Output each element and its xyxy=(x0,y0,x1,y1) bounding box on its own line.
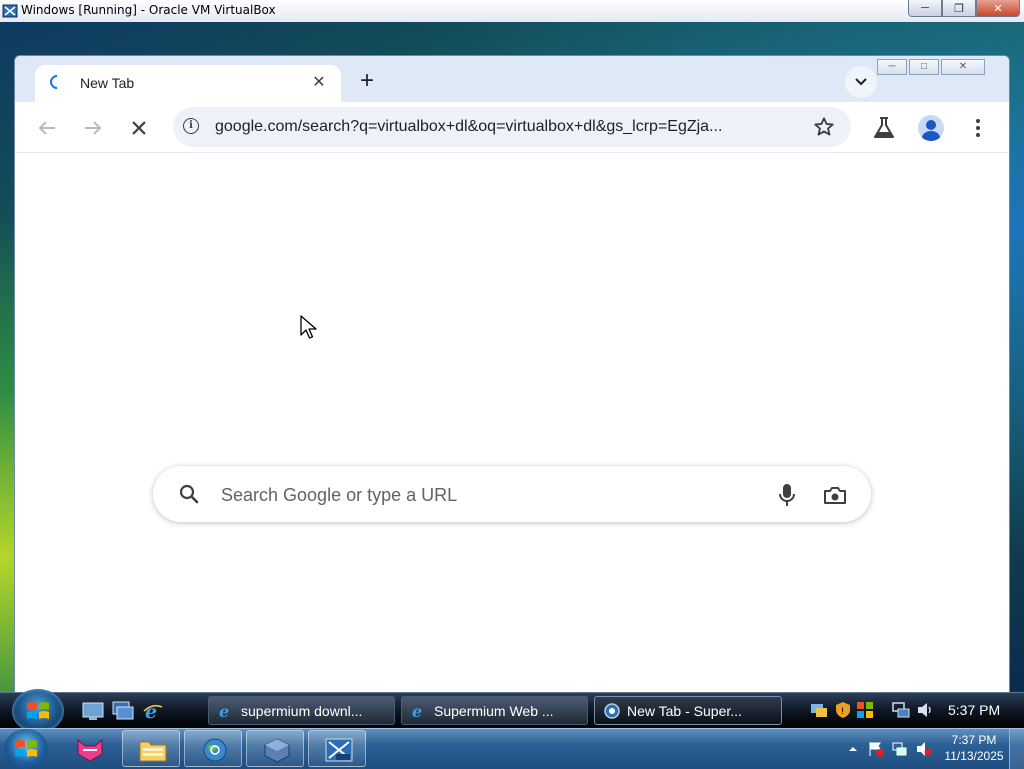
mouse-cursor-icon xyxy=(300,315,317,339)
url-text[interactable]: google.com/search?q=virtualbox+dl&oq=vir… xyxy=(215,118,800,136)
back-button[interactable] xyxy=(31,112,63,144)
new-tab-button[interactable]: + xyxy=(353,68,381,96)
chevron-down-icon xyxy=(855,78,867,86)
search-icon xyxy=(179,484,199,504)
ntp-search-box[interactable] xyxy=(153,466,871,522)
cat-app-icon xyxy=(77,738,103,762)
internet-explorer-icon[interactable]: e xyxy=(142,701,164,721)
host-taskbar: 7:37 PM 11/13/2025 xyxy=(0,728,1024,769)
security-shield-icon[interactable]: ! xyxy=(834,701,852,719)
pinned-app-vista-vm[interactable] xyxy=(308,730,366,767)
windows-flag-tray-icon[interactable] xyxy=(856,701,874,719)
close-button[interactable]: ✕ xyxy=(976,0,1020,17)
host-clock[interactable]: 7:37 PM 11/13/2025 xyxy=(938,733,1010,764)
guest-clock[interactable]: 5:37 PM xyxy=(948,702,1000,718)
show-desktop-button[interactable] xyxy=(1009,729,1024,769)
tab-close-button[interactable]: ✕ xyxy=(309,73,329,93)
task-label: Supermium Web ... xyxy=(434,703,554,719)
close-icon: ✕ xyxy=(958,61,968,72)
site-info-icon[interactable]: i xyxy=(183,118,199,134)
host-time: 7:37 PM xyxy=(951,733,997,747)
minimize-icon: ─ xyxy=(921,2,929,14)
browser-toolbar: i google.com/search?q=virtualbox+dl&oq=v… xyxy=(15,102,1009,153)
browser-minimize-button[interactable]: ─ xyxy=(877,59,907,75)
minimize-icon: ─ xyxy=(888,61,896,72)
taskbar-item-supermium-web[interactable]: e Supermium Web ... xyxy=(401,696,588,725)
svg-text:e: e xyxy=(412,702,422,720)
pinned-app-explorer[interactable] xyxy=(122,730,180,767)
virtualbox-app-icon xyxy=(2,4,18,18)
maximize-icon: □ xyxy=(920,61,928,72)
kebab-menu-icon[interactable] xyxy=(968,112,988,147)
new-tab-page xyxy=(15,153,1009,702)
supermium-icon xyxy=(604,703,620,719)
network-tray-icon[interactable] xyxy=(810,701,828,719)
pinned-app-virtualbox[interactable] xyxy=(246,730,304,767)
forward-button[interactable] xyxy=(77,112,109,144)
microphone-icon[interactable] xyxy=(777,483,797,507)
win7-start-button[interactable] xyxy=(4,729,48,769)
taskbar-item-supermium-download[interactable]: e supermium downl... xyxy=(208,696,395,725)
virtualbox-icon xyxy=(264,738,290,763)
task-label: New Tab - Super... xyxy=(627,703,742,719)
stop-loading-button[interactable] xyxy=(123,112,155,144)
globe-browser-icon xyxy=(203,738,227,762)
labs-flask-icon[interactable] xyxy=(873,116,895,140)
windows-logo-icon xyxy=(27,702,49,719)
svg-text:!: ! xyxy=(841,706,844,716)
network-tray-icon[interactable] xyxy=(892,741,908,757)
folder-icon xyxy=(139,741,167,762)
arrow-right-icon xyxy=(85,121,102,135)
virtualbox-title-bar: Windows [Running] - Oracle VM VirtualBox… xyxy=(0,0,1024,23)
window-title: Windows [Running] - Oracle VM VirtualBox xyxy=(21,3,276,17)
browser-maximize-button[interactable]: □ xyxy=(909,59,939,75)
restore-icon: ❐ xyxy=(954,2,964,15)
guest-taskbar: e e supermium downl... e Supermium Web .… xyxy=(0,689,1024,733)
volume-muted-icon[interactable] xyxy=(916,741,932,757)
svg-text:e: e xyxy=(219,702,229,720)
pinned-app-cat[interactable] xyxy=(60,730,118,767)
guest-desktop: New Tab ✕ + ─ □ ✕ i google.com/search?q=… xyxy=(0,22,1024,703)
task-label: supermium downl... xyxy=(241,703,363,719)
tab-title: New Tab xyxy=(80,75,135,91)
windows-logo-icon xyxy=(15,740,37,757)
restore-button[interactable]: ❐ xyxy=(942,0,976,17)
bookmark-star-icon[interactable] xyxy=(813,116,835,138)
tab-new-tab[interactable]: New Tab ✕ xyxy=(35,65,341,102)
search-input[interactable] xyxy=(219,482,743,508)
address-bar[interactable]: i google.com/search?q=virtualbox+dl&oq=v… xyxy=(173,107,851,147)
action-center-icon[interactable] xyxy=(868,741,884,757)
camera-lens-icon[interactable] xyxy=(823,485,847,505)
host-date: 11/13/2025 xyxy=(944,749,1004,763)
ie-icon: e xyxy=(219,702,229,720)
volume-icon[interactable] xyxy=(916,701,934,719)
browser-close-button[interactable]: ✕ xyxy=(941,59,985,75)
browser-window: New Tab ✕ + ─ □ ✕ i google.com/search?q=… xyxy=(14,55,1010,703)
stop-x-icon xyxy=(132,121,146,135)
svg-text:e: e xyxy=(145,701,157,721)
vista-vm-icon xyxy=(325,738,353,762)
minimize-button[interactable]: ─ xyxy=(908,0,942,17)
network-connection-icon[interactable] xyxy=(892,701,910,719)
close-icon: ✕ xyxy=(993,2,1003,15)
show-hidden-icons-icon[interactable] xyxy=(845,741,861,757)
show-desktop-icon[interactable] xyxy=(82,701,104,721)
ie-icon: e xyxy=(412,702,422,720)
loading-spinner-icon xyxy=(47,72,67,92)
tab-strip: New Tab ✕ + ─ □ ✕ xyxy=(15,56,1009,102)
profile-avatar-icon[interactable] xyxy=(918,115,944,141)
pinned-app-browser[interactable] xyxy=(184,730,242,767)
taskbar-item-new-tab[interactable]: New Tab - Super... xyxy=(594,696,782,725)
vista-start-button[interactable] xyxy=(12,689,64,733)
tab-search-button[interactable] xyxy=(845,66,877,98)
switch-windows-icon[interactable] xyxy=(112,701,134,721)
arrow-left-icon xyxy=(38,121,55,135)
